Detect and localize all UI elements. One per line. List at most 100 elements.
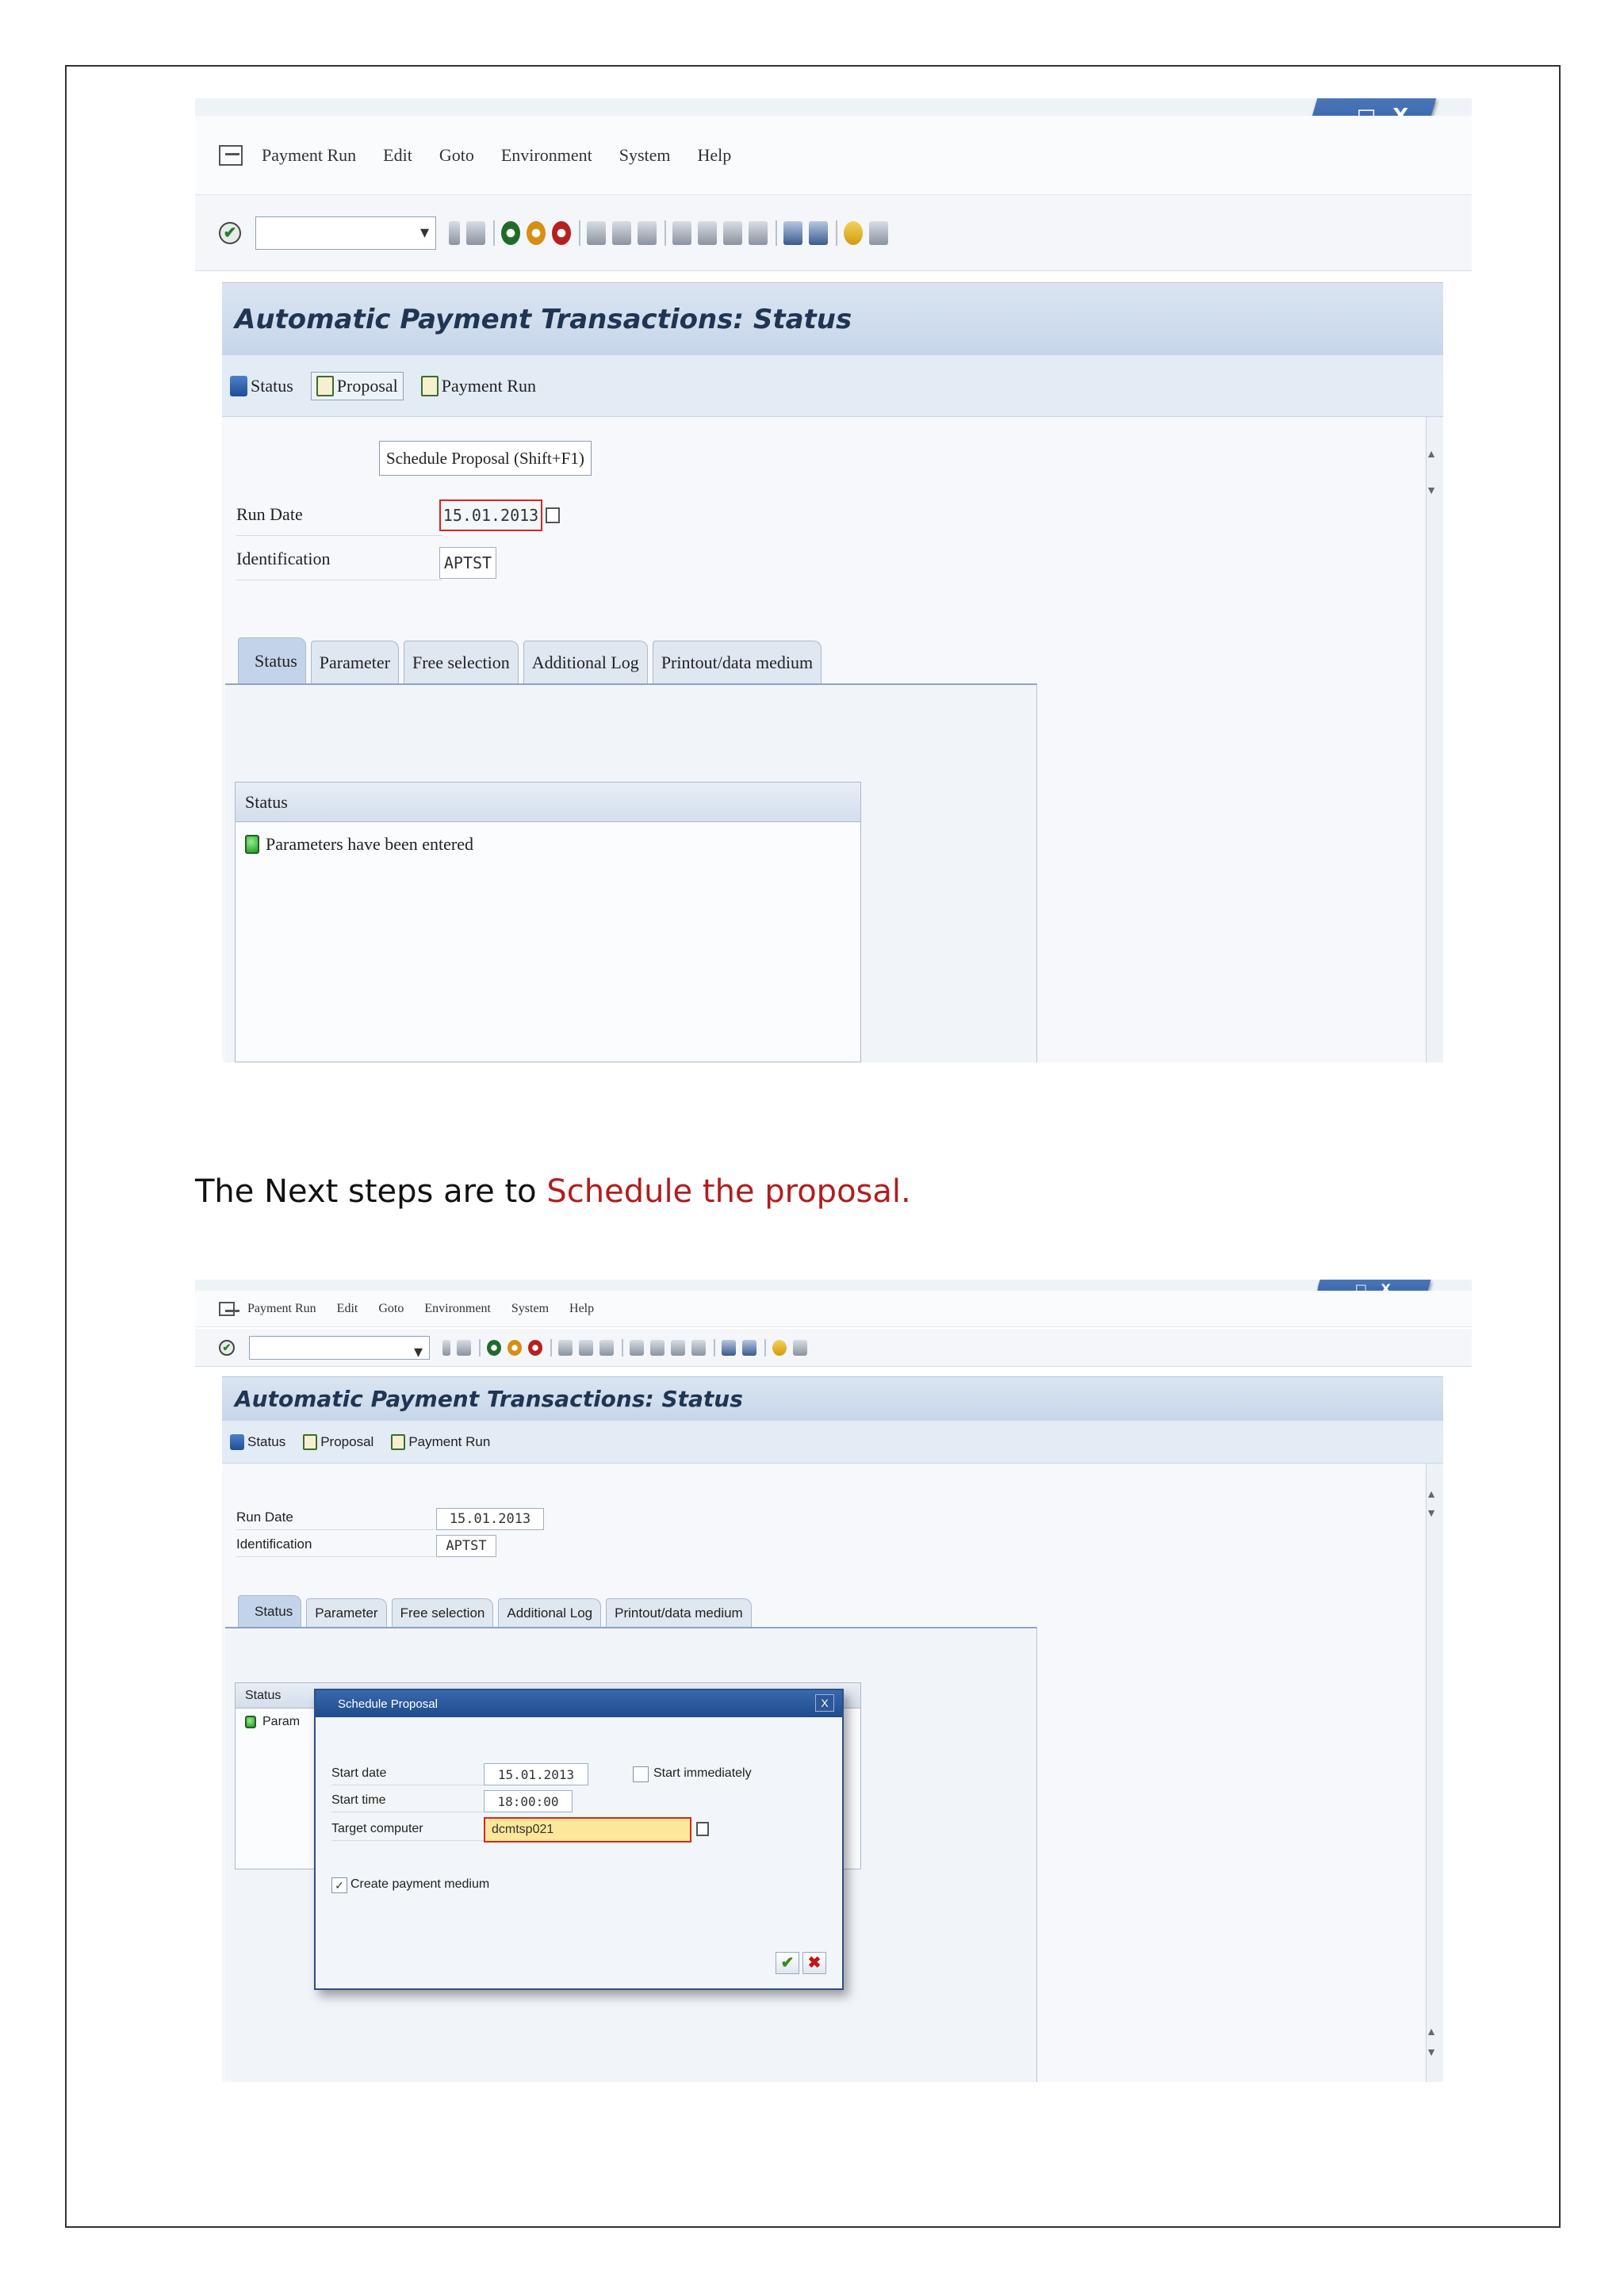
first-page-icon[interactable] <box>630 1339 644 1356</box>
menu-system[interactable]: System <box>511 1302 549 1316</box>
value-help-icon[interactable] <box>696 1822 709 1836</box>
start-immediately-checkbox[interactable] <box>633 1766 649 1782</box>
back-circle-icon[interactable] <box>487 1339 501 1356</box>
exit-icon[interactable] <box>527 220 546 245</box>
scroll-up-icon[interactable]: ▲ <box>1426 1487 1437 1500</box>
create-payment-medium-label: Create payment medium <box>350 1877 490 1891</box>
enter-check-icon[interactable]: ✔ <box>219 1339 235 1356</box>
value-help-icon[interactable] <box>546 507 560 523</box>
next-page-icon[interactable] <box>671 1339 685 1356</box>
first-page-icon[interactable] <box>672 220 691 245</box>
proposal-button[interactable]: Proposal <box>303 1433 373 1450</box>
menu-goto[interactable]: Goto <box>378 1302 404 1316</box>
cancel-icon[interactable] <box>528 1339 542 1356</box>
start-time-label: Start time <box>331 1793 490 1812</box>
identification-field[interactable]: APTST <box>439 547 496 579</box>
status-list-header: Status <box>236 783 860 822</box>
exit-icon[interactable] <box>508 1339 522 1356</box>
menu-edit[interactable]: Edit <box>383 145 412 166</box>
save-icon[interactable] <box>466 220 485 245</box>
create-payment-medium-checkbox[interactable]: ✓ <box>331 1877 347 1893</box>
tab-parameter[interactable]: Parameter <box>306 1598 387 1627</box>
shortcut-icon[interactable] <box>742 1339 756 1356</box>
menu-payment-run[interactable]: Payment Run <box>262 145 356 166</box>
menu-payment-run[interactable]: Payment Run <box>247 1302 316 1316</box>
menu-edit[interactable]: Edit <box>337 1302 358 1316</box>
dialog-title: Schedule Proposal <box>338 1697 438 1711</box>
help-icon[interactable] <box>772 1339 787 1356</box>
print-icon[interactable] <box>587 220 606 245</box>
scroll-down-icon[interactable]: ▼ <box>1426 484 1437 496</box>
status-button[interactable]: Status <box>230 1433 285 1450</box>
target-computer-field[interactable]: dcmtsp021 <box>484 1817 691 1843</box>
tab-free-selection[interactable]: Free selection <box>403 641 519 683</box>
scroll-down-icon[interactable]: ▼ <box>1426 2045 1437 2058</box>
status-button[interactable]: Status <box>230 375 293 396</box>
vertical-scrollbar[interactable] <box>1426 417 1443 1062</box>
menu-icon[interactable] <box>219 1301 239 1316</box>
back-circle-icon[interactable] <box>501 220 520 245</box>
scroll-up-icon[interactable]: ▲ <box>1426 2025 1437 2038</box>
menu-help[interactable]: Help <box>698 145 732 166</box>
menu-help[interactable]: Help <box>569 1302 594 1316</box>
run-date-field[interactable]: 15.01.2013 <box>436 1508 544 1530</box>
menu-goto[interactable]: Goto <box>439 145 474 166</box>
run-date-field[interactable]: 15.01.2013 <box>439 499 542 531</box>
back-icon[interactable] <box>449 220 460 245</box>
vertical-scrollbar[interactable] <box>1426 1464 1443 2082</box>
application-toolbar: Status Proposal Payment Run <box>222 1421 1443 1464</box>
back-icon[interactable] <box>442 1339 450 1356</box>
menu-environment[interactable]: Environment <box>501 145 592 166</box>
proposal-icon <box>316 375 334 396</box>
menu-system[interactable]: System <box>619 145 671 166</box>
identification-label: Identification <box>236 1536 435 1557</box>
identification-label: Identification <box>236 549 442 580</box>
help-icon[interactable] <box>844 220 863 245</box>
shortcut-icon[interactable] <box>809 220 828 245</box>
tab-printout-data-medium[interactable]: Printout/data medium <box>652 641 822 683</box>
tab-printout-data-medium[interactable]: Printout/data medium <box>606 1598 752 1627</box>
new-session-icon[interactable] <box>783 220 802 245</box>
layout-menu-icon[interactable] <box>869 220 888 245</box>
save-icon[interactable] <box>457 1339 471 1356</box>
start-time-field[interactable]: 18:00:00 <box>484 1790 573 1812</box>
next-page-icon[interactable] <box>723 220 742 245</box>
previous-page-icon[interactable] <box>698 220 717 245</box>
find-icon[interactable] <box>579 1339 593 1356</box>
dialog-close-icon[interactable]: X <box>815 1694 834 1712</box>
find-next-icon[interactable] <box>638 220 657 245</box>
menu-environment[interactable]: Environment <box>424 1302 491 1316</box>
tab-additional-log[interactable]: Additional Log <box>523 641 648 683</box>
command-field[interactable] <box>249 1335 430 1362</box>
menu-icon[interactable] <box>219 144 243 166</box>
status-message: Parameters have been entered <box>266 834 474 854</box>
window-top-strip <box>195 98 1472 116</box>
tab-parameter[interactable]: Parameter <box>310 641 399 683</box>
find-next-icon[interactable] <box>599 1339 614 1356</box>
layout-menu-icon[interactable] <box>793 1339 807 1356</box>
identification-field[interactable]: APTST <box>436 1535 496 1557</box>
new-session-icon[interactable] <box>722 1339 736 1356</box>
scroll-down-icon[interactable]: ▼ <box>1426 1506 1437 1519</box>
proposal-button[interactable]: Proposal <box>310 371 404 400</box>
last-page-icon[interactable] <box>749 220 768 245</box>
proposal-button-label: Proposal <box>336 375 398 396</box>
confirm-button[interactable]: ✔ <box>776 1952 799 1974</box>
last-page-icon[interactable] <box>691 1339 706 1356</box>
tab-status[interactable]: Status <box>238 637 306 683</box>
enter-check-icon[interactable]: ✔ <box>219 221 241 244</box>
find-icon[interactable] <box>612 220 631 245</box>
cancel-button[interactable]: ✖ <box>802 1952 826 1974</box>
tab-status[interactable]: Status <box>238 1595 302 1627</box>
scroll-up-icon[interactable]: ▲ <box>1426 447 1437 460</box>
payment-run-button[interactable]: Payment Run <box>391 1433 490 1450</box>
payment-run-button[interactable]: Payment Run <box>420 375 536 396</box>
command-field[interactable] <box>255 216 436 250</box>
previous-page-icon[interactable] <box>650 1339 665 1356</box>
print-icon[interactable] <box>558 1339 573 1356</box>
tab-free-selection[interactable]: Free selection <box>391 1598 494 1627</box>
cancel-icon[interactable] <box>552 220 571 245</box>
tab-additional-log[interactable]: Additional Log <box>498 1598 602 1627</box>
start-date-field[interactable]: 15.01.2013 <box>484 1763 588 1785</box>
tab-strip: Status Parameter Free selection Addition… <box>238 637 826 683</box>
